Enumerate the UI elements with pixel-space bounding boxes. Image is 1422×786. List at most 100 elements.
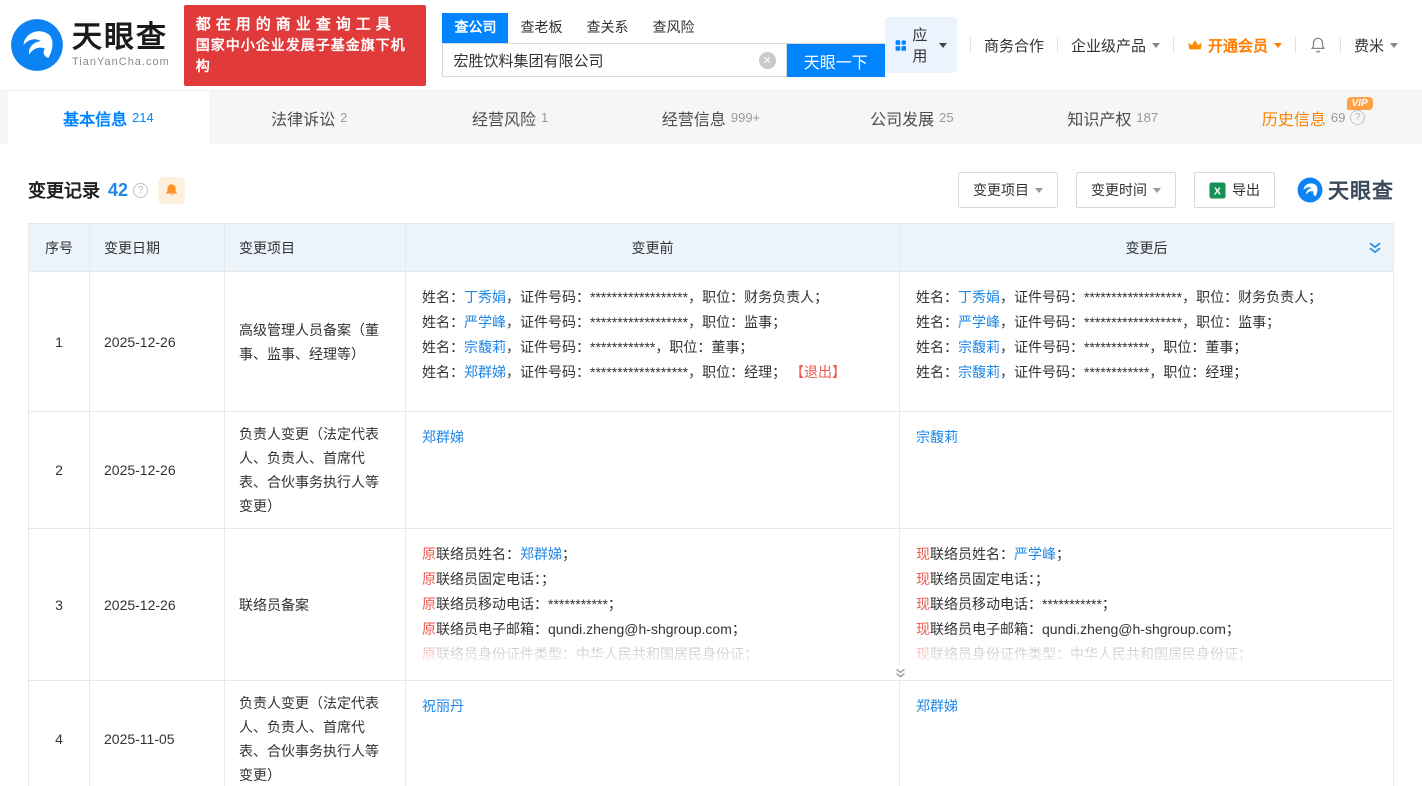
person-link[interactable]: 严学峰: [958, 314, 1000, 330]
person-link[interactable]: 郑群娣: [464, 364, 506, 380]
text-segment: ；: [1056, 546, 1070, 562]
cell-line: 姓名：严学峰，证件号码：******************，职位：监事；: [422, 310, 883, 335]
cell-before: 原联络员姓名：郑群娣；原联络员固定电话：；原联络员移动电话：**********…: [406, 529, 900, 681]
text-segment: 现: [916, 596, 930, 612]
person-link[interactable]: 丁秀娟: [958, 289, 1000, 305]
bell-icon: [1309, 36, 1327, 54]
person-link[interactable]: 丁秀娟: [464, 289, 506, 305]
table-row: 22025-12-26负责人变更（法定代表人、负责人、首席代表、合伙事务执行人等…: [29, 412, 1394, 529]
text-segment: 姓名：: [916, 364, 958, 380]
search-tab[interactable]: 查风险: [640, 13, 706, 43]
main-tab[interactable]: 经营风险1: [410, 91, 611, 144]
nav-item[interactable]: [1309, 36, 1327, 54]
person-link[interactable]: 郑群娣: [916, 698, 958, 714]
export-button[interactable]: X 导出: [1194, 172, 1275, 208]
main-tab[interactable]: 知识产权187: [1012, 91, 1213, 144]
cell-date: 2025-12-26: [90, 272, 225, 412]
slogan-line1: 都在用的商业查询工具: [196, 14, 415, 35]
col-header-date: 变更日期: [90, 224, 225, 272]
text-segment: 原: [422, 546, 436, 562]
nav-item[interactable]: 企业级产品: [1071, 35, 1160, 56]
subscribe-bell-button[interactable]: [158, 177, 185, 204]
main-tab[interactable]: 基本信息214: [8, 91, 209, 144]
person-link[interactable]: 宗馥莉: [958, 339, 1000, 355]
cell-item: 负责人变更（法定代表人、负责人、首席代表、合伙事务执行人等变更）: [225, 681, 406, 786]
text-segment: ，证件号码：******************，职位：监事；: [1000, 314, 1280, 330]
cell-no: 1: [29, 272, 90, 412]
grid-icon: [895, 37, 907, 54]
text-segment: ，证件号码：******************，职位：经理；: [506, 364, 790, 380]
apps-label: 应用: [912, 24, 933, 66]
cell-line: 姓名：宗馥莉，证件号码：************，职位：董事；: [916, 335, 1377, 360]
expand-all-icon[interactable]: [1367, 240, 1383, 259]
cell-item: 负责人变更（法定代表人、负责人、首席代表、合伙事务执行人等变更）: [225, 412, 406, 529]
text-segment: 姓名：: [422, 364, 464, 380]
main-tab[interactable]: 历史信息69VIP?: [1213, 91, 1414, 144]
slogan-line2: 国家中小企业发展子基金旗下机构: [196, 35, 415, 77]
filter-button[interactable]: 变更项目: [958, 172, 1058, 208]
text-segment: 联络员姓名：: [930, 546, 1014, 562]
help-icon[interactable]: ?: [1350, 110, 1365, 125]
person-link[interactable]: 严学峰: [464, 314, 506, 330]
search-block: 查公司查老板查关系查风险 ✕ 天眼一下: [442, 13, 884, 77]
chevron-down-icon: [1152, 43, 1160, 48]
person-link[interactable]: 宗馥莉: [916, 429, 958, 445]
main-tab[interactable]: 经营信息 999+: [611, 91, 812, 144]
text-segment: 原: [422, 646, 436, 662]
watermark-text: 天眼查: [1328, 175, 1394, 205]
col-header-item: 变更项目: [225, 224, 406, 272]
person-link[interactable]: 郑群娣: [422, 429, 464, 445]
person-link[interactable]: 宗馥莉: [464, 339, 506, 355]
table-header-row: 序号 变更日期 变更项目 变更前 变更后: [29, 224, 1394, 272]
nav-separator: [1057, 37, 1058, 53]
text-segment: 联络员电子邮箱：qundi.zheng@h-shgroup.com；: [436, 621, 746, 637]
main-tab[interactable]: 公司发展25: [811, 91, 1012, 144]
cell-after: 现联络员姓名：严学峰；现联络员固定电话：；现联络员移动电话：**********…: [900, 529, 1394, 681]
main-tab-label: 经营信息: [662, 106, 726, 130]
table-row: 12025-12-26高级管理人员备案（董事、监事、经理等）姓名：丁秀娟，证件号…: [29, 272, 1394, 412]
search-tab[interactable]: 查老板: [508, 13, 574, 43]
person-link[interactable]: 严学峰: [1014, 546, 1056, 562]
cell-line: 郑群娣: [422, 425, 883, 450]
main-tab-label: 公司发展: [870, 106, 934, 130]
cell-line: 现联络员固定电话：；: [916, 567, 1377, 592]
chevron-down-icon: [1035, 188, 1043, 193]
chevron-down-icon: [1390, 43, 1398, 48]
section-count: 42: [108, 180, 128, 201]
cell-item: 联络员备案: [225, 529, 406, 681]
top-bar: 天眼查 TianYanCha.com 都在用的商业查询工具 国家中小企业发展子基…: [0, 0, 1422, 90]
text-segment: 联络员身份证件类型：中华人民共和国居民身份证；: [436, 646, 758, 662]
text-segment: 现: [916, 646, 930, 662]
table-row: 42025-11-05负责人变更（法定代表人、负责人、首席代表、合伙事务执行人等…: [29, 681, 1394, 786]
filter-button[interactable]: 变更时间: [1076, 172, 1176, 208]
nav-item[interactable]: 费米: [1354, 35, 1398, 56]
person-link[interactable]: 祝丽丹: [422, 698, 464, 714]
main-tab[interactable]: 法律诉讼2: [209, 91, 410, 144]
search-input[interactable]: [443, 52, 758, 69]
text-segment: 联络员电子邮箱：qundi.zheng@h-shgroup.com；: [930, 621, 1240, 637]
text-segment: 联络员固定电话：；: [930, 571, 1049, 587]
chevron-down-icon: [1274, 43, 1282, 48]
col-header-after: 变更后: [900, 224, 1394, 272]
cell-line: 宗馥莉: [916, 425, 1377, 450]
tianyancha-logo[interactable]: 天眼查 TianYanCha.com: [10, 18, 170, 72]
cell-item: 高级管理人员备案（董事、监事、经理等）: [225, 272, 406, 412]
nav-item[interactable]: 商务合作: [984, 35, 1044, 56]
person-link[interactable]: 郑群娣: [520, 546, 562, 562]
search-button[interactable]: 天眼一下: [787, 44, 885, 77]
search-tab[interactable]: 查公司: [442, 13, 508, 43]
tab-count: 999+: [731, 110, 760, 125]
cell-date: 2025-12-26: [90, 529, 225, 681]
brand-name: 天眼查: [72, 22, 170, 54]
cell-line: 现联络员姓名：严学峰；: [916, 542, 1377, 567]
clear-icon[interactable]: ✕: [759, 52, 776, 69]
nav-separator: [1295, 37, 1296, 53]
apps-button[interactable]: 应用: [885, 17, 957, 73]
text-segment: 联络员姓名：: [436, 546, 520, 562]
help-icon[interactable]: ?: [133, 183, 148, 198]
person-link[interactable]: 宗馥莉: [958, 364, 1000, 380]
nav-item[interactable]: 开通会员: [1187, 35, 1282, 56]
text-segment: 【退出】: [790, 364, 846, 380]
search-tab[interactable]: 查关系: [574, 13, 640, 43]
cell-line: 原联络员固定电话：；: [422, 567, 883, 592]
